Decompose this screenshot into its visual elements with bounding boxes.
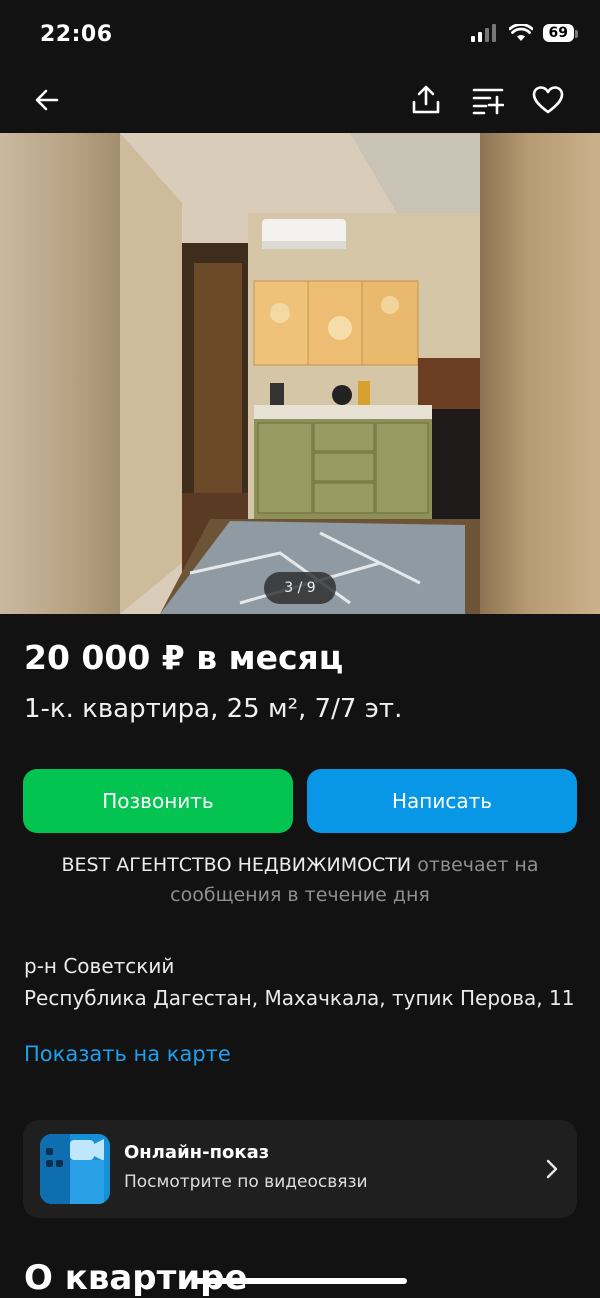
compare-list-icon (472, 88, 504, 115)
write-button[interactable]: Написать (307, 769, 577, 833)
arrow-left-icon (35, 89, 59, 111)
address-block: р-н Советский Республика Дагестан, Махач… (24, 950, 584, 1014)
video-call-icon (40, 1134, 110, 1204)
listing-price: 20 000 ₽ в месяц (24, 638, 344, 677)
agency-name[interactable]: BEST АГЕНТСТВО НЕДВИЖИМОСТИ (62, 854, 412, 876)
photo-counter: 3 / 9 (264, 572, 336, 604)
kitchen-photo (120, 133, 480, 614)
show-on-map-link[interactable]: Показать на карте (24, 1042, 231, 1066)
chevron-right-icon (546, 1159, 558, 1179)
favorite-button[interactable] (528, 80, 568, 120)
online-show-title: Онлайн-показ (124, 1142, 270, 1163)
signal-icon (470, 24, 496, 42)
online-show-subtitle: Посмотрите по видеосвязи (124, 1172, 368, 1192)
call-button[interactable]: Позвонить (23, 769, 293, 833)
share-icon (412, 85, 440, 114)
back-button[interactable] (27, 80, 67, 120)
agency-reply-note: BEST АГЕНТСТВО НЕДВИЖИМОСТИ отвечает на … (30, 850, 570, 910)
status-icons: 69 (470, 24, 579, 42)
photo-gallery[interactable]: 3 / 9 (0, 133, 600, 614)
heart-icon (532, 86, 564, 114)
district-text: р-н Советский (24, 954, 175, 978)
status-bar: 22:06 69 (0, 0, 600, 70)
home-indicator[interactable] (193, 1278, 407, 1284)
wifi-icon (508, 24, 533, 41)
share-button[interactable] (406, 80, 446, 120)
listing-photo[interactable] (120, 133, 480, 614)
status-time: 22:06 (40, 22, 113, 47)
toolbar (0, 70, 600, 132)
compare-button[interactable] (468, 80, 508, 120)
gallery-prev-preview[interactable] (0, 133, 120, 614)
listing-title: 1-к. квартира, 25 м², 7/7 эт. (24, 694, 403, 724)
battery-indicator: 69 (542, 24, 579, 42)
gallery-next-preview[interactable] (480, 133, 600, 614)
address-text: Республика Дагестан, Махачкала, тупик Пе… (24, 986, 575, 1010)
online-show-card[interactable]: Онлайн-показ Посмотрите по видеосвязи (23, 1120, 577, 1218)
